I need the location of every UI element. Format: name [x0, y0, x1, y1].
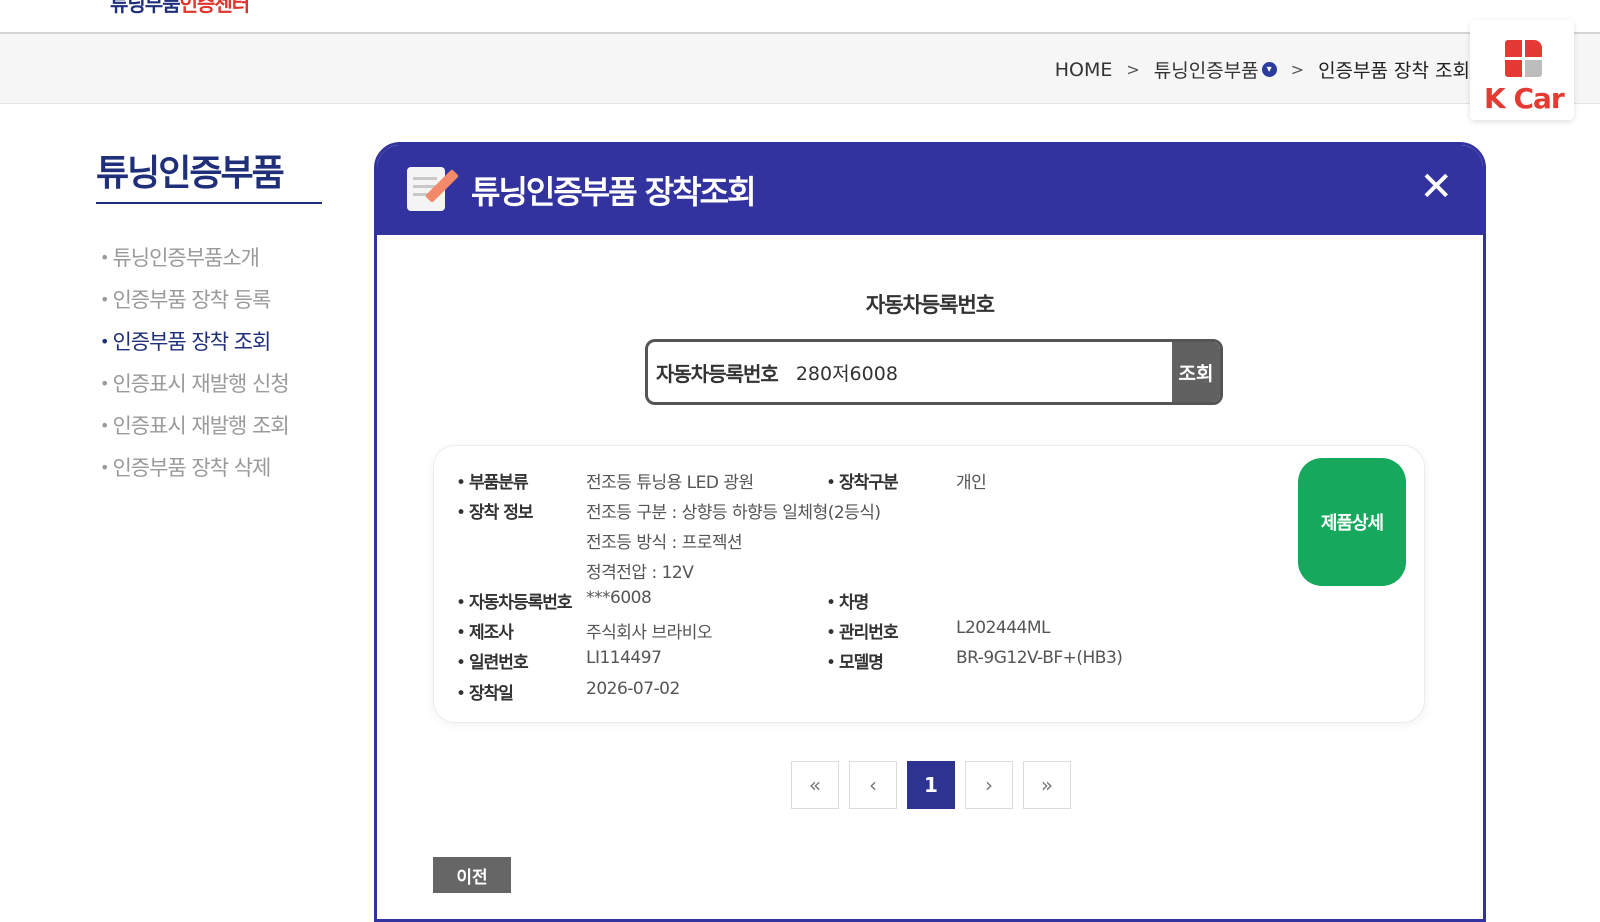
field-install-type: 장착구분: [826, 468, 899, 493]
page-number-button[interactable]: 1: [907, 761, 955, 809]
memo-pencil-icon: [405, 163, 459, 215]
install-date-label: 장착일: [456, 679, 514, 704]
part-category-label: 부품분류: [456, 468, 529, 493]
sidebar-item-intro[interactable]: 튜닝인증부품소개: [100, 236, 289, 278]
logo-text-part1: 튜닝부품: [110, 0, 181, 16]
maker-label: 제조사: [456, 618, 514, 643]
field-serial-number: 일련번호: [456, 648, 529, 673]
field-part-category: 부품분류: [456, 468, 529, 493]
registration-number-label: 자동차등록번호: [456, 588, 572, 613]
install-info-line: 정격전압 : 12V: [586, 563, 694, 583]
registration-number-input[interactable]: [777, 342, 1172, 402]
install-info-line: 전조등 방식 : 프로젝션: [586, 533, 743, 553]
sidebar-item-install-delete[interactable]: 인증부품 장착 삭제: [100, 446, 289, 488]
serial-number-label: 일련번호: [456, 648, 529, 673]
pagination: « ‹ 1 › »: [791, 761, 1081, 809]
kcar-brand-text: K Car: [1484, 82, 1565, 115]
install-type-label: 장착구분: [826, 468, 899, 493]
next-page-icon[interactable]: ›: [965, 761, 1013, 809]
search-label: 자동차등록번호: [656, 361, 779, 386]
field-management-number: 관리번호: [826, 618, 899, 643]
kcar-logo-icon: [1505, 40, 1543, 78]
top-header: 튜닝부품인증센터: [0, 0, 1600, 34]
modal-title: 튜닝인증부품 장착조회: [471, 173, 757, 211]
sidebar-item-install-lookup[interactable]: 인증부품 장착 조회: [100, 320, 289, 362]
field-registration-number: 자동차등록번호: [456, 588, 572, 613]
search-button[interactable]: 조회: [1172, 342, 1220, 402]
sidebar-menu: 튜닝인증부품소개 인증부품 장착 등록 인증부품 장착 조회 인증표시 재발행 …: [100, 236, 289, 488]
first-page-icon[interactable]: «: [791, 761, 839, 809]
sidebar-item-reissue-lookup[interactable]: 인증표시 재발행 조회: [100, 404, 289, 446]
dropdown-circle-icon[interactable]: ▾: [1261, 62, 1277, 77]
product-detail-button[interactable]: 제품상세: [1298, 458, 1406, 586]
breadcrumb: HOME > 튜닝인증부품 ▾ > 인증부품 장착 조회: [1055, 56, 1470, 83]
breadcrumb-section[interactable]: 튜닝인증부품: [1154, 56, 1259, 83]
install-type-value: 개인: [956, 473, 987, 493]
breadcrumb-current: 인증부품 장착 조회: [1318, 60, 1470, 82]
field-model-name: 모델명: [826, 648, 884, 673]
management-number-value: L202444ML: [956, 618, 1051, 638]
install-info-line: 전조등 구분 : 상향등 하향등 일체형(2등식): [586, 503, 881, 523]
search-heading: 자동차등록번호: [865, 293, 995, 317]
prev-page-icon[interactable]: ‹: [849, 761, 897, 809]
close-icon[interactable]: ✕: [1419, 167, 1453, 207]
breadcrumb-bar: HOME > 튜닝인증부품 ▾ > 인증부품 장착 조회: [0, 34, 1600, 104]
car-name-label: 차명: [826, 588, 869, 613]
sidebar-item-reissue-request[interactable]: 인증표시 재발행 신청: [100, 362, 289, 404]
back-button[interactable]: 이전: [433, 857, 511, 893]
breadcrumb-home[interactable]: HOME: [1055, 59, 1113, 81]
management-number-label: 관리번호: [826, 618, 899, 643]
maker-value: 주식회사 브라비오: [586, 623, 713, 643]
field-car-name: 차명: [826, 588, 869, 613]
model-name-value: BR-9G12V-BF+(HB3): [956, 648, 1123, 668]
sidebar-title: 튜닝인증부품: [96, 144, 322, 204]
sidebar-item-install-register[interactable]: 인증부품 장착 등록: [100, 278, 289, 320]
search-box: 자동차등록번호 조회: [645, 339, 1223, 405]
logo-text-part2: 인증센터: [179, 0, 251, 16]
last-page-icon[interactable]: »: [1023, 761, 1071, 809]
install-info-label: 장착 정보: [456, 498, 533, 523]
modal-header: 튜닝인증부품 장착조회 ✕: [377, 145, 1483, 235]
breadcrumb-separator: >: [1126, 60, 1140, 79]
model-name-label: 모델명: [826, 648, 884, 673]
part-category-value: 전조등 튜닝용 LED 광원: [586, 473, 754, 493]
install-lookup-modal: 튜닝인증부품 장착조회 ✕ 자동차등록번호 자동차등록번호 조회 부품분류 전조…: [374, 142, 1486, 922]
field-maker: 제조사: [456, 618, 514, 643]
breadcrumb-separator: >: [1290, 60, 1305, 79]
serial-number-value: LI114497: [586, 648, 662, 668]
field-install-info: 장착 정보: [456, 498, 533, 523]
registration-number-value: ***6008: [586, 588, 652, 608]
kcar-badge[interactable]: K Car: [1470, 20, 1574, 120]
install-date-value: 2026-07-02: [586, 679, 680, 699]
field-install-date: 장착일: [456, 679, 514, 704]
site-logo[interactable]: 튜닝부품인증센터: [110, 0, 251, 17]
result-card: 부품분류 전조등 튜닝용 LED 광원 장착구분 개인 장착 정보 전조등 구분…: [433, 445, 1425, 723]
